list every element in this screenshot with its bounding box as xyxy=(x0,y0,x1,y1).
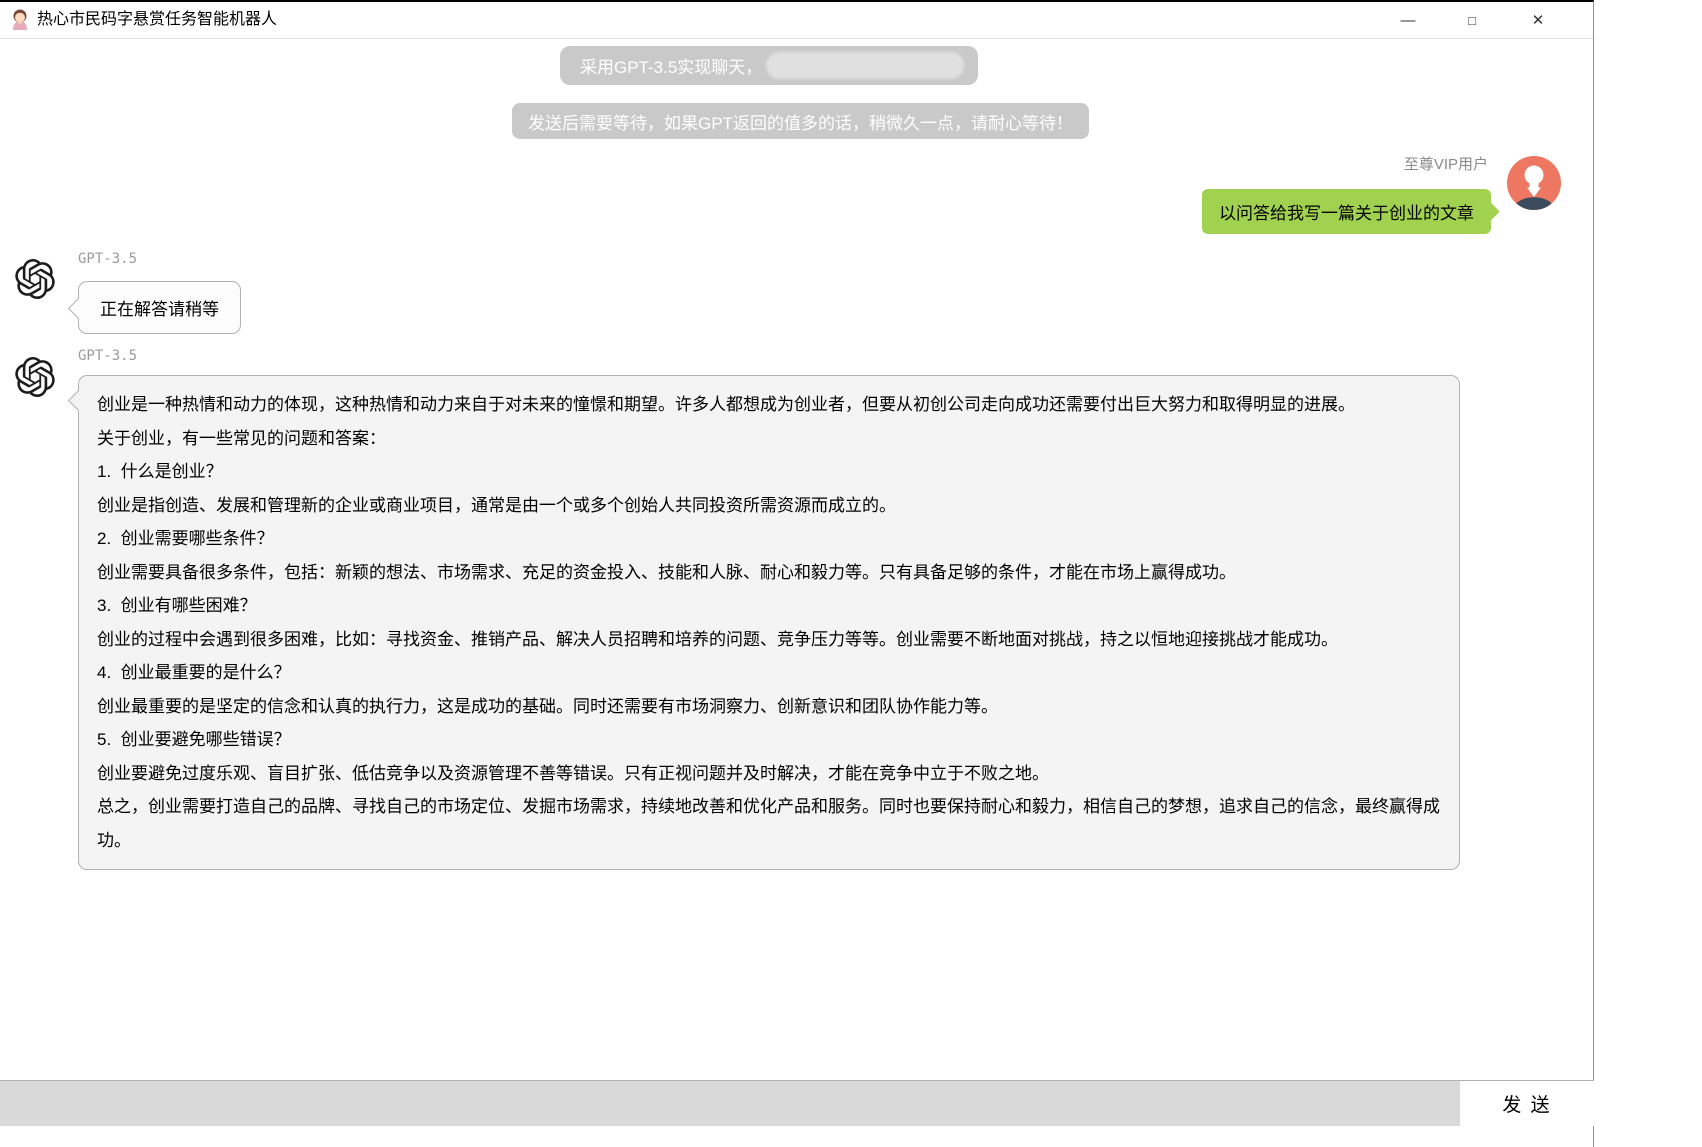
system-notice-2-text: 发送后需要等待，如果GPT返回的值多的话，稍微久一点，请耐心等待！ xyxy=(528,109,1073,134)
message-input[interactable] xyxy=(0,1081,1460,1126)
openai-logo-icon xyxy=(15,357,55,397)
bot-status-text: 正在解答请稍等 xyxy=(100,295,219,320)
maximize-icon[interactable]: □ xyxy=(1450,2,1494,38)
bubble-tail xyxy=(68,390,89,411)
app-window: 热心市民码字悬赏任务智能机器人 — □ ✕ 采用GPT-3.5实现聊天， 发送后… xyxy=(0,0,1594,1147)
user-badge: 至尊VIP用户 xyxy=(1190,153,1488,174)
app-icon xyxy=(9,8,31,30)
system-notice-2: 发送后需要等待，如果GPT返回的值多的话，稍微久一点，请耐心等待！ xyxy=(512,103,1089,139)
reply-paragraph: 创业要避免过度乐观、盲目扩张、低估竞争以及资源管理不善等错误。只有正视问题并及时… xyxy=(97,757,1441,791)
bot-name-label: GPT-3.5 xyxy=(78,348,137,364)
bot-reply-bubble: 创业是一种热情和动力的体现，这种热情和动力来自于对未来的憧憬和期望。许多人都想成… xyxy=(78,375,1460,870)
reply-paragraph: 总之，创业需要打造自己的品牌、寻找自己的市场定位、发掘市场需求，持续地改善和优化… xyxy=(97,790,1441,857)
send-button[interactable]: 发 送 xyxy=(1460,1081,1594,1126)
reply-paragraph: 1. 什么是创业？ xyxy=(97,455,1441,489)
screenshot-stage: 热心市民码字悬赏任务智能机器人 — □ ✕ 采用GPT-3.5实现聊天， 发送后… xyxy=(0,0,1702,1147)
reply-paragraph: 3. 创业有哪些困难？ xyxy=(97,589,1441,623)
system-notice-1-text: 采用GPT-3.5实现聊天， xyxy=(580,53,762,78)
user-message-bubble: 以问答给我写一篇关于创业的文章 xyxy=(1202,189,1491,234)
reply-paragraph: 创业是指创造、发展和管理新的企业或商业项目，通常是由一个或多个创始人共同投资所需… xyxy=(97,489,1441,523)
bubble-tail xyxy=(1481,202,1499,220)
user-message-text: 以问答给我写一篇关于创业的文章 xyxy=(1219,199,1474,224)
title-bar: 热心市民码字悬赏任务智能机器人 — □ ✕ xyxy=(0,2,1593,39)
openai-logo-icon xyxy=(15,259,55,299)
reply-paragraph: 2. 创业需要哪些条件？ xyxy=(97,522,1441,556)
bot-name-label: GPT-3.5 xyxy=(78,251,137,267)
reply-paragraph: 关于创业，有一些常见的问题和答案： xyxy=(97,422,1441,456)
reply-paragraph: 创业最重要的是坚定的信念和认真的执行力，这是成功的基础。同时还需要有市场洞察力、… xyxy=(97,690,1441,724)
reply-paragraph: 创业的过程中会遇到很多困难，比如：寻找资金、推销产品、解决人员招聘和培养的问题、… xyxy=(97,623,1441,657)
window-title: 热心市民码字悬赏任务智能机器人 xyxy=(37,2,277,38)
reply-paragraph: 创业是一种热情和动力的体现，这种热情和动力来自于对未来的憧憬和期望。许多人都想成… xyxy=(97,388,1441,422)
redacted-text xyxy=(766,52,964,79)
bot-status-bubble: 正在解答请稍等 xyxy=(78,281,241,334)
bubble-tail xyxy=(68,298,89,319)
reply-paragraph: 创业需要具备很多条件，包括：新颖的想法、市场需求、充足的资金投入、技能和人脉、耐… xyxy=(97,556,1441,590)
reply-paragraph: 5. 创业要避免哪些错误？ xyxy=(97,723,1441,757)
bot-reply-text: 创业是一种热情和动力的体现，这种热情和动力来自于对未来的憧憬和期望。许多人都想成… xyxy=(97,388,1441,857)
reply-paragraph: 4. 创业最重要的是什么？ xyxy=(97,656,1441,690)
minimize-icon[interactable]: — xyxy=(1386,2,1430,38)
user-avatar-icon xyxy=(1507,156,1561,210)
close-icon[interactable]: ✕ xyxy=(1516,2,1560,38)
composer-bar: 发 送 xyxy=(0,1080,1594,1126)
system-notice-1: 采用GPT-3.5实现聊天， xyxy=(560,46,978,85)
